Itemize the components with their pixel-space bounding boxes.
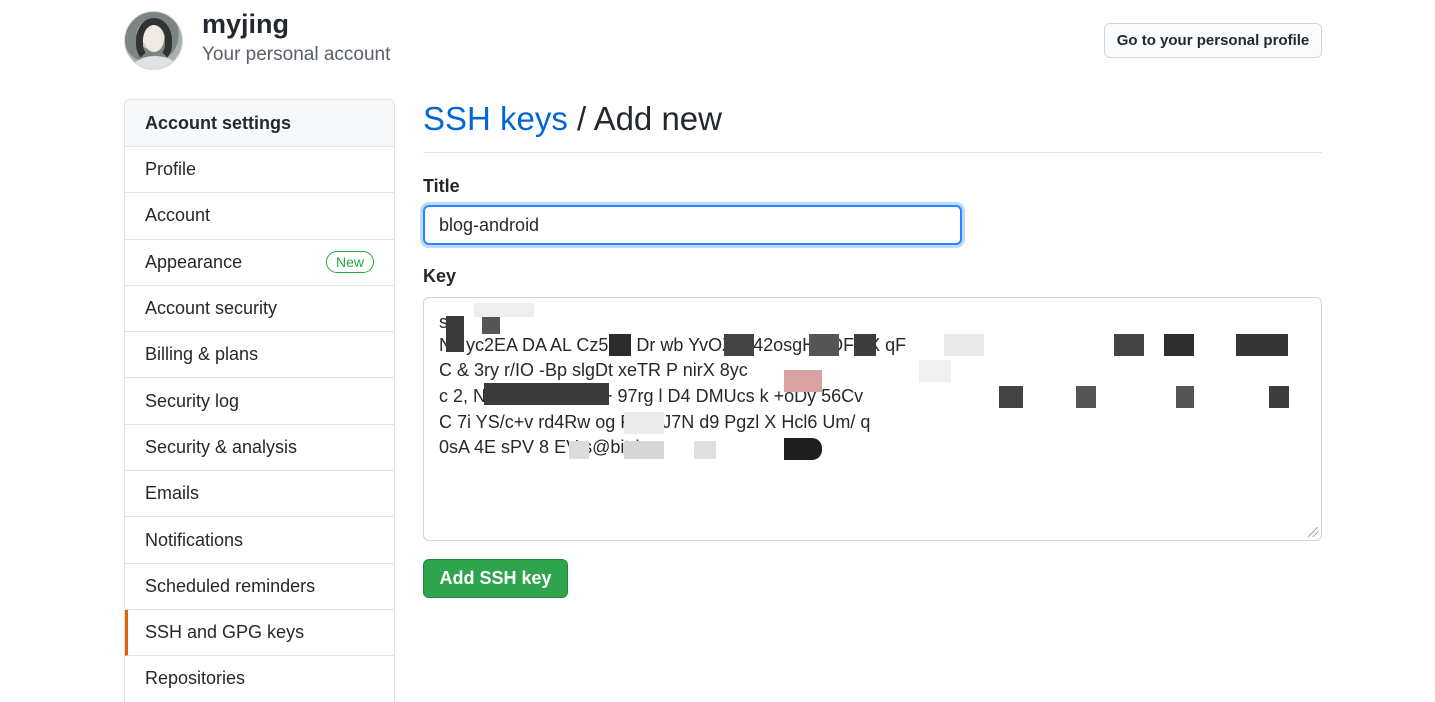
sidebar-item-label: Billing & plans: [145, 344, 259, 365]
heading-divider: [423, 152, 1322, 153]
key-textarea[interactable]: s Nz yc2EA DA AL Cz5dR Dr wb YvOZ M42osg…: [423, 297, 1322, 541]
redaction-block: [724, 334, 754, 356]
sidebar-item-ssh-gpg-keys[interactable]: SSH and GPG keys: [125, 609, 394, 657]
redaction-block: [1076, 386, 1096, 408]
redaction-block: [474, 303, 534, 317]
redaction-block: [1176, 386, 1194, 408]
sidebar-item-label: Profile: [145, 159, 197, 180]
sidebar-item-label: Notifications: [145, 529, 244, 550]
key-line: 0sA 4E sPV 8 EV s@bitri o: [439, 437, 655, 457]
redaction-block: [624, 412, 664, 434]
sidebar-item-label: Scheduled reminders: [145, 575, 316, 596]
key-line: C & 3ry r/IO -Bp slgDt xeTR P nirX 8yc: [439, 360, 748, 380]
sidebar-item-scheduled-reminders[interactable]: Scheduled reminders: [125, 564, 394, 610]
redaction-block: [919, 360, 951, 382]
redaction-block: [624, 441, 664, 459]
sidebar-item-appearance[interactable]: Appearance New: [125, 240, 394, 286]
sidebar-item-emails[interactable]: Emails: [125, 471, 394, 518]
redaction-block: [1236, 334, 1288, 356]
new-badge: New: [325, 251, 374, 274]
settings-sidebar: Account settings Profile Account Appeara…: [124, 99, 395, 702]
sidebar-item-label: Security & analysis: [145, 436, 298, 457]
page-title: SSH keys / Add new: [423, 100, 722, 138]
redaction-block: [1114, 334, 1144, 356]
sidebar-item-security-analysis[interactable]: Security & analysis: [125, 425, 394, 472]
redaction-block: [609, 334, 631, 356]
breadcrumb-ssh-keys-link[interactable]: SSH keys: [423, 100, 568, 137]
redaction-block: [809, 334, 839, 356]
key-label: Key: [423, 266, 457, 286]
sidebar-item-repositories[interactable]: Repositories: [125, 656, 394, 702]
sidebar-item-label: SSH and GPG keys: [145, 622, 305, 643]
sidebar-item-notifications[interactable]: Notifications: [125, 517, 394, 564]
sidebar-item-profile[interactable]: Profile: [125, 147, 394, 194]
username[interactable]: myjing: [202, 9, 289, 40]
breadcrumb-current: Add new: [593, 100, 722, 137]
breadcrumb-separator: /: [567, 100, 594, 137]
sidebar-header: Account settings: [125, 100, 394, 147]
sidebar-item-label: Emails: [145, 483, 200, 504]
sidebar-item-security-log[interactable]: Security log: [125, 378, 394, 425]
redaction-block: [484, 383, 609, 405]
redaction-block: [784, 370, 822, 392]
user-avatar[interactable]: [124, 11, 183, 70]
redaction-block: [784, 438, 822, 460]
account-type-label: Your personal account: [202, 44, 391, 65]
go-to-profile-button[interactable]: Go to your personal profile: [1104, 23, 1322, 58]
redaction-block: [446, 316, 464, 352]
redaction-block: [944, 334, 984, 356]
redaction-block: [694, 441, 716, 459]
sidebar-item-label: Repositories: [145, 668, 246, 689]
avatar-face: [144, 26, 164, 52]
sidebar-item-billing[interactable]: Billing & plans: [125, 332, 394, 379]
redaction-block: [854, 334, 876, 356]
redaction-block: [1164, 334, 1194, 356]
sidebar-item-label: Account security: [145, 298, 278, 319]
sidebar-item-label: Account: [145, 205, 211, 226]
add-ssh-key-button[interactable]: Add SSH key: [423, 559, 568, 598]
sidebar-item-label: Security log: [145, 390, 240, 411]
redaction-block: [569, 441, 589, 459]
redaction-block: [999, 386, 1023, 408]
redaction-block: [482, 316, 500, 334]
sidebar-item-account-security[interactable]: Account security: [125, 286, 394, 333]
title-label: Title: [423, 176, 460, 196]
sidebar-item-label: Appearance: [145, 251, 243, 272]
sidebar-item-account[interactable]: Account: [125, 193, 394, 240]
title-input[interactable]: [423, 205, 962, 245]
resize-handle-icon[interactable]: [1308, 527, 1318, 537]
redaction-block: [1269, 386, 1289, 408]
